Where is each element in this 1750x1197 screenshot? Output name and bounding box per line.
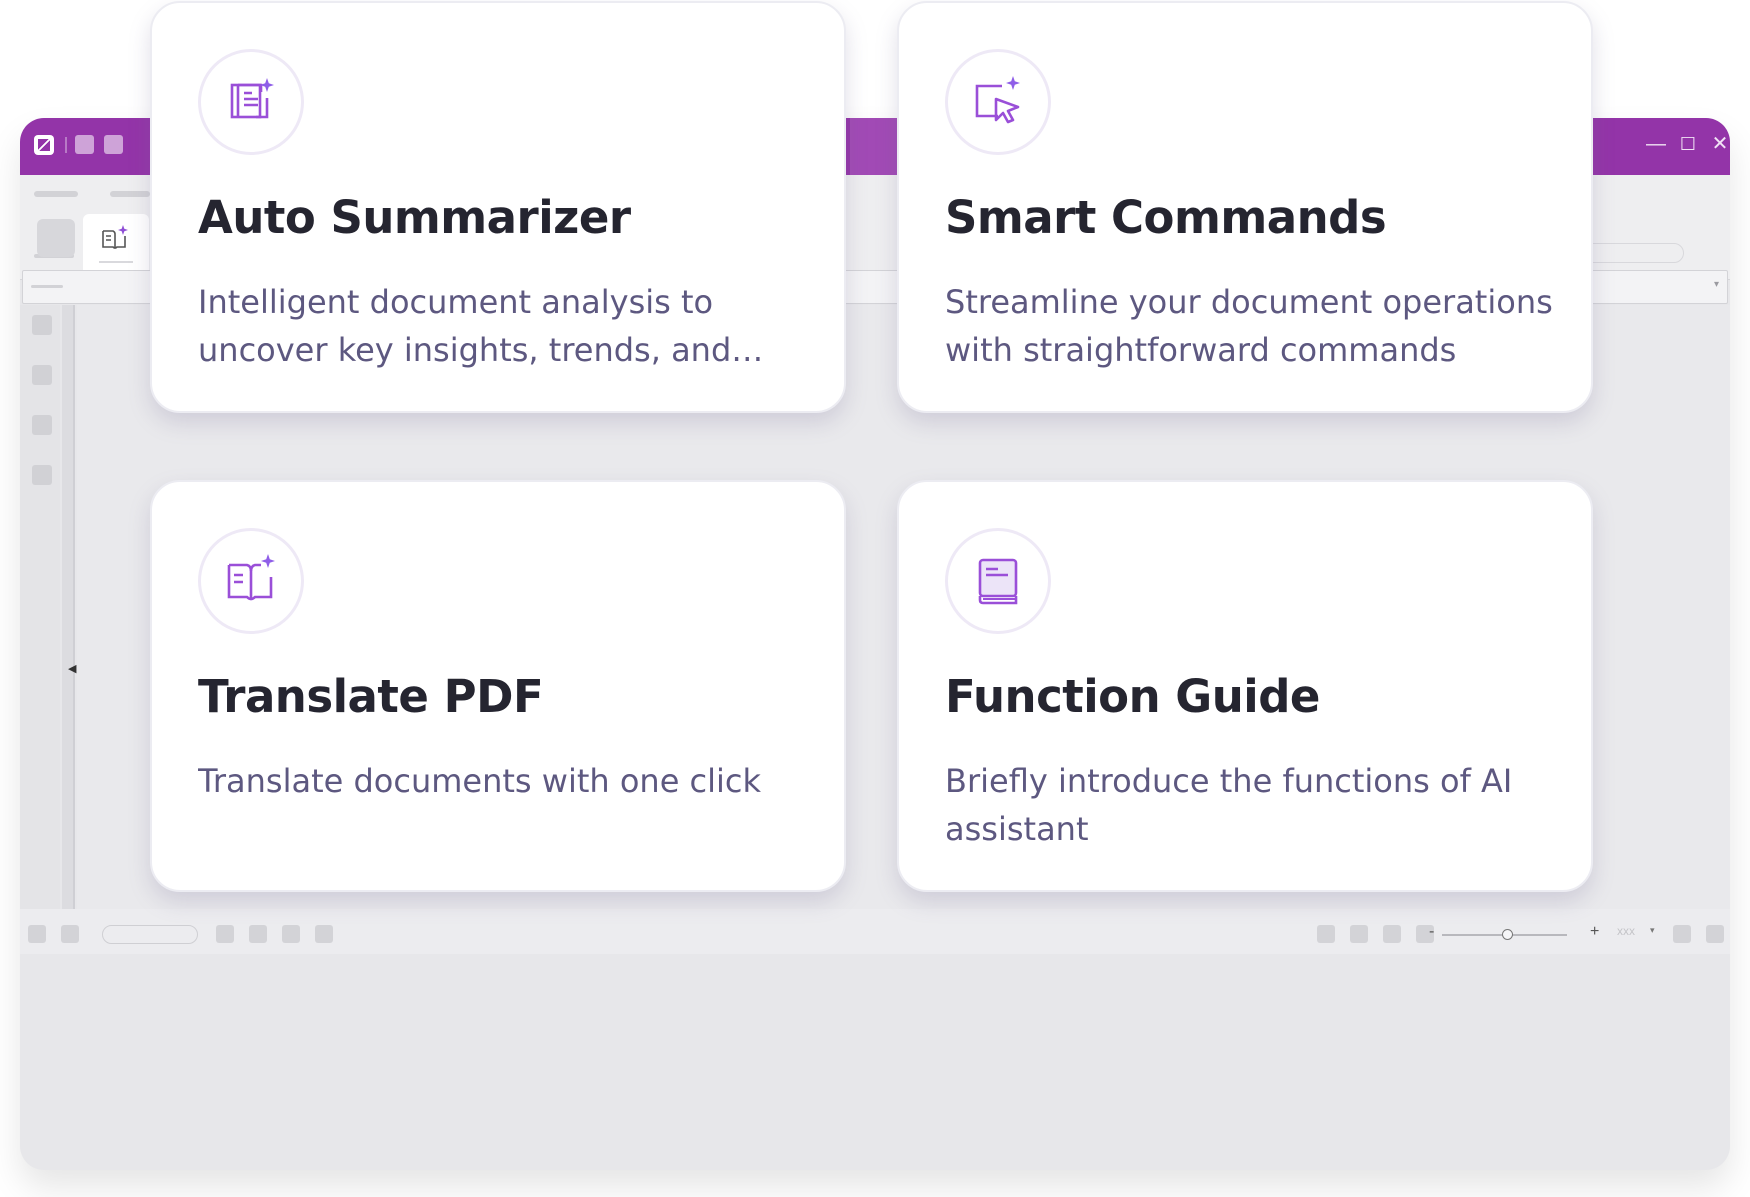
quick-access-button[interactable] xyxy=(75,135,94,154)
document-sparkle-icon xyxy=(230,78,274,119)
sidebar-button[interactable] xyxy=(32,365,52,385)
ribbon-button[interactable] xyxy=(37,219,75,257)
status-bar: - + xxx ▾ xyxy=(20,909,1730,954)
card-title: Translate PDF xyxy=(198,670,544,723)
collapse-arrow-icon[interactable]: ◀ xyxy=(68,662,76,675)
card-icon-badge xyxy=(945,528,1051,634)
view-mode-button[interactable] xyxy=(1383,925,1401,943)
status-button[interactable] xyxy=(1673,925,1691,943)
minimize-button[interactable]: — xyxy=(1644,132,1668,156)
card-icon-badge xyxy=(945,49,1051,155)
status-button[interactable] xyxy=(28,925,46,943)
maximize-button[interactable]: ☐ xyxy=(1676,132,1700,156)
nav-placeholder xyxy=(31,285,63,288)
ribbon-tab[interactable] xyxy=(34,191,78,197)
status-button[interactable] xyxy=(282,925,300,943)
zoom-out-button[interactable]: - xyxy=(1429,923,1434,941)
card-description: Briefly introduce the functions of AI as… xyxy=(945,762,1513,848)
book-sparkle-icon xyxy=(102,225,128,249)
card-description: Intelligent document analysis to uncover… xyxy=(198,283,732,369)
card-description: Streamline your document operations with… xyxy=(945,283,1553,369)
chevron-down-icon[interactable]: ▾ xyxy=(1650,925,1655,936)
card-title: Smart Commands xyxy=(945,191,1387,244)
cursor-sparkle-icon xyxy=(975,76,1020,124)
chevron-down-icon[interactable]: ▾ xyxy=(1714,279,1719,290)
sidebar-button[interactable] xyxy=(32,315,52,335)
left-sidebar xyxy=(20,305,60,909)
sidebar-button[interactable] xyxy=(32,465,52,485)
zoom-level[interactable]: xxx xyxy=(1617,924,1635,938)
sidebar-splitter[interactable] xyxy=(62,305,75,909)
stage: — ☐ ✕ ▾ ◀ - + xxx ▾ Auto Summarizer Inte… xyxy=(0,0,1750,1197)
status-button[interactable] xyxy=(216,925,234,943)
ribbon-tab[interactable] xyxy=(110,191,150,197)
feature-card-auto-summarizer[interactable]: Auto Summarizer Intelligent document ana… xyxy=(150,1,846,413)
card-icon-badge xyxy=(198,49,304,155)
guide-book-icon xyxy=(978,558,1018,605)
close-button[interactable]: ✕ xyxy=(1708,132,1730,156)
view-mode-button[interactable] xyxy=(1350,925,1368,943)
card-description: Translate documents with one click xyxy=(198,762,762,800)
card-icon-badge xyxy=(198,528,304,634)
zoom-in-button[interactable]: + xyxy=(1590,923,1599,941)
quick-access-button[interactable] xyxy=(104,135,123,154)
feature-card-translate-pdf[interactable]: Translate PDF Translate documents with o… xyxy=(150,480,846,892)
feature-card-function-guide[interactable]: Function Guide Briefly introduce the fun… xyxy=(897,480,1593,892)
status-button[interactable] xyxy=(315,925,333,943)
sidebar-button[interactable] xyxy=(32,415,52,435)
book-sparkle-icon xyxy=(227,554,275,601)
zoom-slider-handle[interactable] xyxy=(1502,929,1513,940)
status-button[interactable] xyxy=(1706,925,1724,943)
status-button[interactable] xyxy=(61,925,79,943)
feature-card-smart-commands[interactable]: Smart Commands Streamline your document … xyxy=(897,1,1593,413)
view-mode-button[interactable] xyxy=(1317,925,1335,943)
card-title: Function Guide xyxy=(945,670,1320,723)
page-number-input[interactable] xyxy=(102,925,198,944)
titlebar-divider xyxy=(65,137,67,153)
app-logo xyxy=(34,135,54,155)
card-title: Auto Summarizer xyxy=(198,191,631,244)
status-button[interactable] xyxy=(249,925,267,943)
